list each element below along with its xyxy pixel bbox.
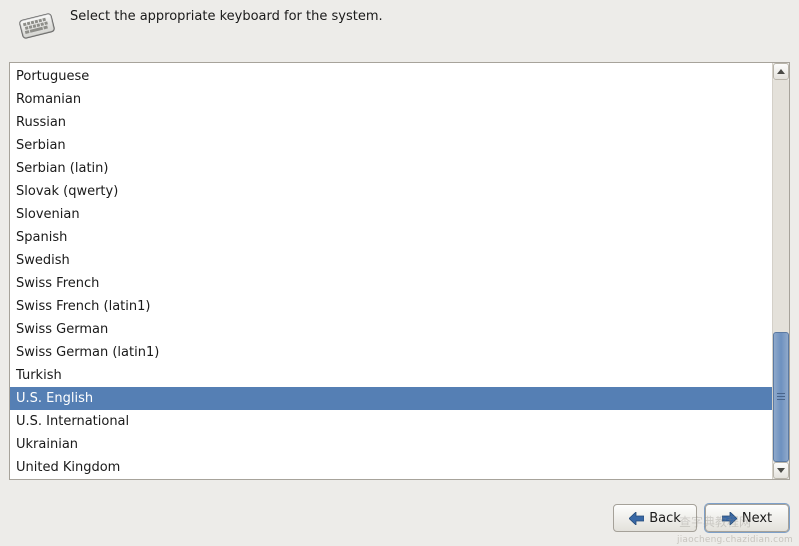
- next-button-label: Next: [742, 511, 772, 526]
- back-button-label: Back: [649, 511, 681, 526]
- list-item[interactable]: Swiss French (latin1): [10, 295, 772, 318]
- list-item[interactable]: Ukrainian: [10, 433, 772, 456]
- list-item[interactable]: Spanish: [10, 226, 772, 249]
- list-item[interactable]: Slovak (qwerty): [10, 180, 772, 203]
- keyboard-icon: [16, 8, 58, 48]
- button-bar: Back Next: [613, 504, 789, 532]
- list-item[interactable]: Serbian (latin): [10, 157, 772, 180]
- keyboard-list[interactable]: PortugueseRomanianRussianSerbianSerbian …: [10, 63, 772, 479]
- list-item[interactable]: United Kingdom: [10, 456, 772, 479]
- list-item[interactable]: Swiss French: [10, 272, 772, 295]
- scroll-up-button[interactable]: [773, 63, 789, 80]
- list-item[interactable]: Russian: [10, 111, 772, 134]
- list-item[interactable]: U.S. International: [10, 410, 772, 433]
- list-item[interactable]: Swiss German: [10, 318, 772, 341]
- list-item[interactable]: Slovenian: [10, 203, 772, 226]
- list-item[interactable]: Swedish: [10, 249, 772, 272]
- list-item[interactable]: Turkish: [10, 364, 772, 387]
- arrow-left-icon: [629, 512, 644, 525]
- instruction-text: Select the appropriate keyboard for the …: [70, 6, 787, 26]
- header: Select the appropriate keyboard for the …: [0, 0, 799, 54]
- list-item[interactable]: Portuguese: [10, 65, 772, 88]
- list-item[interactable]: Serbian: [10, 134, 772, 157]
- list-item[interactable]: Swiss German (latin1): [10, 341, 772, 364]
- scrollbar-thumb[interactable]: [773, 332, 789, 462]
- next-button[interactable]: Next: [705, 504, 789, 532]
- scrollbar-track[interactable]: [773, 80, 789, 462]
- arrow-right-icon: [722, 512, 737, 525]
- scrollbar[interactable]: [772, 63, 789, 479]
- back-button[interactable]: Back: [613, 504, 697, 532]
- scroll-down-button[interactable]: [773, 462, 789, 479]
- list-item[interactable]: Romanian: [10, 88, 772, 111]
- list-item[interactable]: U.S. English: [10, 387, 772, 410]
- keyboard-list-frame: PortugueseRomanianRussianSerbianSerbian …: [9, 62, 790, 480]
- watermark-site: jiaocheng.chazidian.com: [677, 535, 793, 545]
